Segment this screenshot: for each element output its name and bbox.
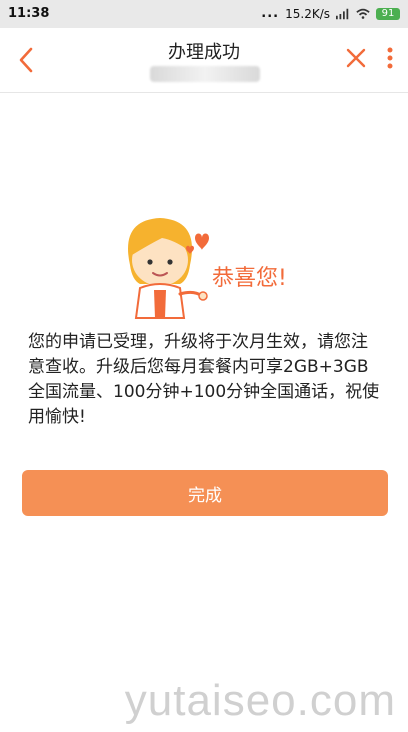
- wifi-icon: [356, 8, 370, 19]
- notification-dots: ...: [261, 6, 280, 21]
- close-button[interactable]: [344, 46, 368, 70]
- success-hero: 恭喜您!: [0, 210, 408, 320]
- mascot-illustration: [128, 218, 209, 319]
- more-vertical-icon: [387, 47, 393, 69]
- close-icon: [346, 48, 366, 68]
- masked-phone-number: [150, 66, 260, 82]
- congrats-text: 恭喜您!: [212, 266, 287, 291]
- status-bar: 11:38 ... 15.2K/s 91: [0, 0, 408, 28]
- more-button[interactable]: [382, 44, 398, 72]
- battery-indicator: 91: [376, 7, 400, 20]
- watermark-text: yutaiseo.com: [124, 676, 396, 725]
- signal-icon: [336, 8, 349, 19]
- network-speed: 15.2K/s: [285, 6, 330, 21]
- status-right: ... 15.2K/s 91: [261, 6, 400, 21]
- success-message: 您的申请已受理，升级将于次月生效，请您注意查收。升级后您每月套餐内可享2GB+3…: [28, 332, 380, 427]
- done-button[interactable]: 完成: [22, 470, 388, 516]
- status-time: 11:38: [8, 6, 50, 21]
- app-header: 办理成功: [0, 28, 408, 93]
